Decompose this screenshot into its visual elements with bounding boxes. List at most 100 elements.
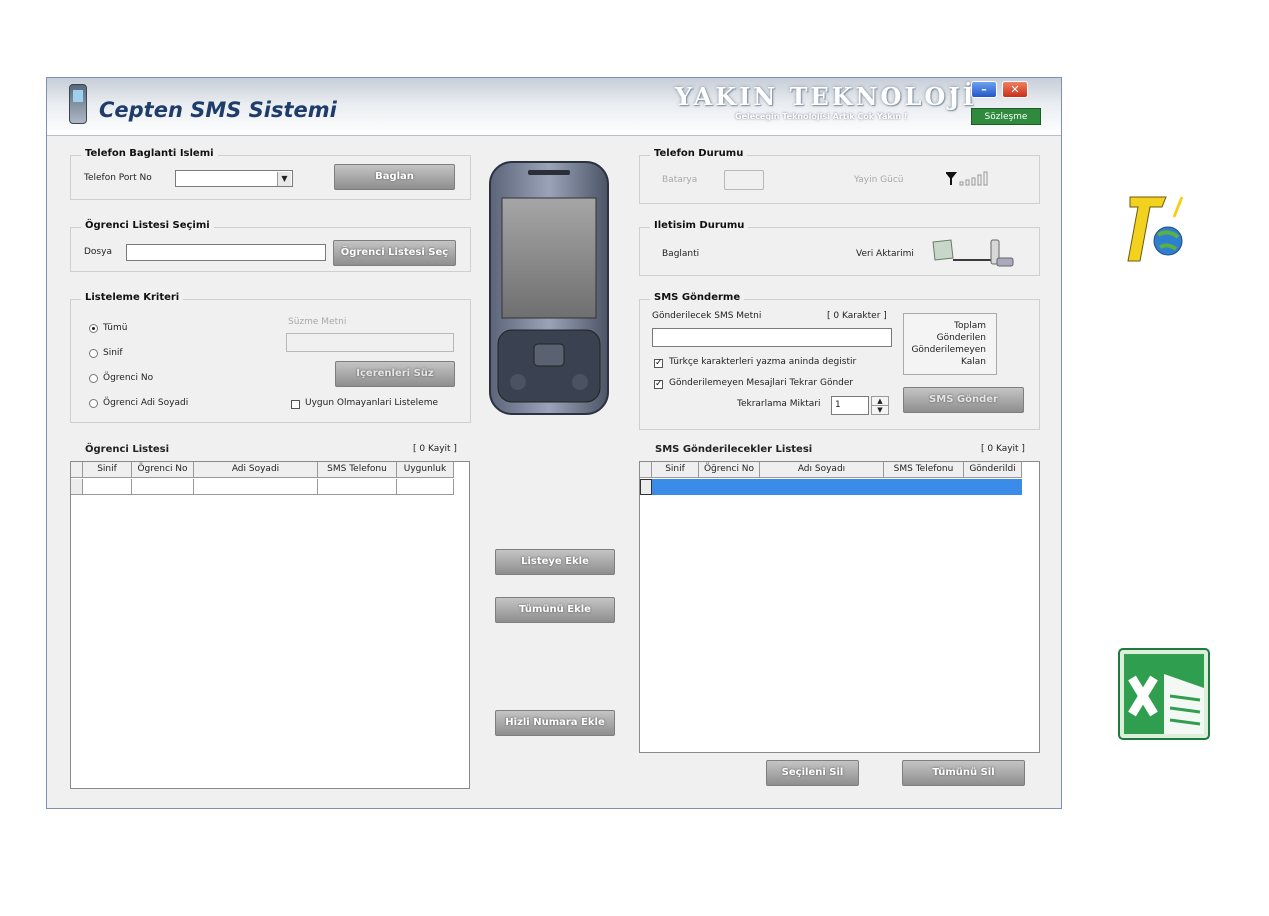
turkish-chars-checkbox[interactable]: ✓ [654,359,663,368]
title-bar: Cepten SMS Sistemi YAKIN TEKNOLOJİ Gelec… [47,78,1061,136]
row-header-cell [640,462,652,478]
sms-list-title: SMS Gönderilecekler Listesi [655,444,813,455]
quick-number-button[interactable]: Hizli Numara Ekle [495,710,615,736]
stat-failed: Gönderilemeyen [911,345,986,355]
port-label: Telefon Port No [84,173,152,183]
mobile-phone-image [489,161,609,415]
retry-stepper[interactable]: ▲ ▼ [871,396,889,415]
connection-group: Telefon Baglanti Islemi Telefon Port No … [70,148,471,200]
criteria-group-title: Listeleme Kriteri [81,292,184,303]
student-list-grid[interactable]: Sinif Ögrenci No Adi Soyadi SMS Telefonu… [70,461,470,789]
col-student-no[interactable]: Öğrenci No [699,462,760,478]
row-header[interactable] [640,479,652,495]
sms-list-grid[interactable]: Sinif Öğrenci No Adı Soyadı SMS Telefonu… [639,461,1040,753]
add-to-list-button[interactable]: Listeye Ekle [495,549,615,575]
col-class[interactable]: Sinif [83,462,132,478]
student-list-header: Sinif Ögrenci No Adi Soyadi SMS Telefonu… [71,462,454,478]
phone-status-group-title: Telefon Durumu [650,148,748,159]
port-select[interactable]: ▼ [175,170,293,187]
agreement-button[interactable]: Sözleşme [971,108,1041,125]
close-button[interactable]: ✕ [1002,81,1028,98]
radio-student-name-label: Ögrenci Adi Soyadi [103,398,189,408]
select-student-list-button[interactable]: Ögrenci Listesi Seç [333,240,456,266]
retry-checkbox[interactable]: ✓ [654,380,663,389]
col-sms-phone[interactable]: SMS Telefonu [318,462,397,478]
turkish-chars-label: Türkçe karakterleri yazma aninda degisti… [669,357,857,367]
chevron-down-icon[interactable]: ▼ [277,172,291,186]
retry-count-input[interactable]: 1 [831,396,869,415]
radio-class[interactable] [89,349,98,358]
comm-status-group-title: Iletisim Durumu [650,220,749,231]
student-select-group: Ögrenci Listesi Seçimi Dosya Ögrenci Lis… [70,220,471,272]
sms-text-label: Gönderilecek SMS Metni [652,311,762,321]
connection-label: Baglanti [662,249,700,259]
battery-icon [724,170,764,190]
col-sms-phone[interactable]: SMS Telefonu [884,462,964,478]
minimize-button[interactable]: – [971,81,997,98]
row-header-cell [71,462,83,478]
criteria-group: Listeleme Kriteri Tümü Sinif Ögrenci No … [70,292,471,423]
app-window: Cepten SMS Sistemi YAKIN TEKNOLOJİ Gelec… [46,77,1062,809]
filter-label: Süzme Metni [288,317,347,327]
filter-contains-button[interactable]: Içerenleri Süz [335,361,455,387]
retry-count-label: Tekrarlama Miktari [737,399,821,409]
comm-status-group: Iletisim Durumu Baglanti Veri Aktarimi [639,220,1040,276]
radio-class-label: Sinif [103,348,123,358]
sms-send-button[interactable]: SMS Gönder [903,387,1024,413]
phone-app-icon [69,84,87,124]
connection-group-title: Telefon Baglanti Islemi [81,148,218,159]
signal-strength-icon [946,171,988,186]
col-student-no[interactable]: Ögrenci No [132,462,194,478]
sms-list-header: Sinif Öğrenci No Adı Soyadı SMS Telefonu… [640,462,1022,478]
app-title: Cepten SMS Sistemi [99,98,337,122]
file-label: Dosya [84,247,112,257]
delete-selected-button[interactable]: Seçileni Sil [766,760,859,786]
brand-logo: YAKIN TEKNOLOJİ [675,82,977,111]
sms-text-input[interactable] [652,328,892,347]
student-list-count: [ 0 Kayit ] [413,444,457,454]
char-count: [ 0 Karakter ] [827,311,887,321]
student-select-group-title: Ögrenci Listesi Seçimi [81,220,214,231]
data-transfer-icon [932,239,1014,267]
brand-slogan: Geleceğin Teknolojisi Artık Çok Yakın ! [735,112,908,121]
phone-status-group: Telefon Durumu Batarya Yayin Gücü [639,148,1040,204]
stat-remaining: Kalan [961,357,986,367]
col-name[interactable]: Adı Soyadı [760,462,884,478]
table-row[interactable] [640,479,1022,495]
col-name[interactable]: Adi Soyadi [194,462,318,478]
retry-count-value: 1 [835,400,841,410]
battery-label: Batarya [662,175,698,185]
stat-sent: Gönderilen [936,333,986,343]
col-sent[interactable]: Gönderildi [964,462,1022,478]
retry-label: Gönderilemeyen Mesajlari Tekrar Gönder [669,378,854,388]
stepper-down-icon[interactable]: ▼ [872,406,888,414]
excel-icon[interactable] [1118,648,1210,740]
transfer-label: Veri Aktarimi [856,249,914,259]
col-suitability[interactable]: Uygunluk [397,462,454,478]
signal-label: Yayin Gücü [854,175,904,185]
student-list-title: Ögrenci Listesi [85,444,170,455]
table-row[interactable] [71,479,454,495]
stepper-up-icon[interactable]: ▲ [872,397,888,406]
radio-all[interactable] [89,324,98,333]
sms-send-group: SMS Gönderme Gönderilecek SMS Metni [ 0 … [639,292,1040,430]
radio-student-no[interactable] [89,374,98,383]
sms-list-count: [ 0 Kayit ] [981,444,1025,454]
send-stats-box: Toplam Gönderilen Gönderilemeyen Kalan [903,313,997,375]
brand-dot [951,90,955,94]
row-header[interactable] [71,479,83,495]
file-input[interactable] [126,244,326,261]
radio-student-name[interactable] [89,399,98,408]
unsuitable-checkbox[interactable] [291,400,300,409]
windows7-icon[interactable] [1126,193,1192,267]
delete-all-button[interactable]: Tümünü Sil [902,760,1025,786]
unsuitable-label: Uygun Olmayanlari Listeleme [305,398,438,408]
stat-total: Toplam [954,321,986,331]
col-class[interactable]: Sinif [652,462,699,478]
add-all-button[interactable]: Tümünü Ekle [495,597,615,623]
radio-student-no-label: Ögrenci No [103,373,154,383]
connect-button[interactable]: Baglan [334,164,455,190]
radio-all-label: Tümü [103,323,128,333]
sms-send-group-title: SMS Gönderme [650,292,745,303]
filter-input[interactable] [286,333,454,352]
